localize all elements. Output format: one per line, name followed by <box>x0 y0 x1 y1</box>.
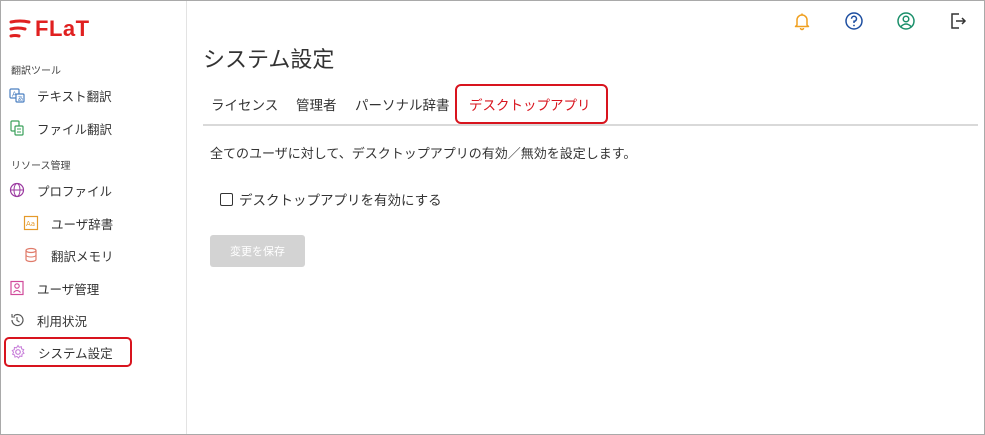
user-icon[interactable] <box>895 10 917 32</box>
section-label-resource-management: リソース管理 <box>11 161 71 172</box>
svg-text:あ: あ <box>18 96 24 103</box>
section-label-translation-tools: 翻訳ツール <box>11 66 61 77</box>
sidebar-item-translation-memory[interactable]: 翻訳メモリ <box>5 241 179 269</box>
desktop-app-toggle-row[interactable]: デスクトップアプリを有効にする <box>220 189 442 209</box>
sidebar-item-label: 利用状況 <box>37 313 88 329</box>
dictionary-icon: Aa <box>23 215 39 231</box>
text-translate-icon: Aあ <box>9 87 25 103</box>
header-icons <box>791 10 969 32</box>
tab-desktop-app[interactable]: デスクトップアプリ <box>469 94 591 114</box>
active-tab-underline <box>464 122 602 124</box>
bell-icon[interactable] <box>791 10 813 32</box>
sidebar-item-user-management[interactable]: ユーザ管理 <box>5 274 179 302</box>
sidebar-item-label: テキスト翻訳 <box>37 88 112 104</box>
help-icon[interactable] <box>843 10 865 32</box>
gear-icon <box>10 344 26 360</box>
history-icon <box>9 312 25 328</box>
tab-bar: ライセンス 管理者 パーソナル辞書 デスクトップアプリ <box>203 84 978 126</box>
sidebar-item-label: プロファイル <box>37 183 113 199</box>
sidebar-item-profile[interactable]: プロファイル <box>5 176 179 204</box>
checkbox-label[interactable]: デスクトップアプリを有効にする <box>239 189 442 209</box>
database-icon <box>23 247 39 263</box>
sidebar-item-label: ユーザ管理 <box>37 281 100 297</box>
sidebar-item-system-settings[interactable]: システム設定 <box>4 337 132 367</box>
globe-icon <box>9 182 25 198</box>
sidebar-item-label: ファイル翻訳 <box>37 121 113 137</box>
sidebar-item-label: 翻訳メモリ <box>51 248 114 264</box>
logo[interactable]: FLaT <box>9 15 90 43</box>
sidebar-item-label: ユーザ辞書 <box>51 216 114 232</box>
user-card-icon <box>9 280 25 296</box>
sidebar-item-file-translation[interactable]: ファイル翻訳 <box>5 114 179 142</box>
logo-icon <box>9 19 31 38</box>
logo-text: FLaT <box>35 16 90 41</box>
sidebar-item-label: システム設定 <box>38 345 113 361</box>
page-title: システム設定 <box>203 48 335 73</box>
save-button[interactable]: 変更を保存 <box>210 235 305 267</box>
tab-administrators[interactable]: 管理者 <box>296 94 337 114</box>
sidebar-item-user-dictionary[interactable]: Aa ユーザ辞書 <box>5 209 179 237</box>
sidebar-item-usage[interactable]: 利用状況 <box>5 306 179 334</box>
sidebar-item-text-translation[interactable]: Aあ テキスト翻訳 <box>5 81 179 109</box>
tab-personal-dictionary[interactable]: パーソナル辞書 <box>355 94 450 114</box>
sidebar: FLaT 翻訳ツール Aあ テキスト翻訳 ファイル翻訳 リソース管理 プロファイ… <box>1 1 187 434</box>
logout-icon[interactable] <box>947 10 969 32</box>
file-translate-icon <box>9 120 25 136</box>
enable-desktop-app-checkbox[interactable] <box>220 192 233 206</box>
settings-description: 全てのユーザに対して、デスクトップアプリの有効／無効を設定します。 <box>210 147 637 162</box>
tab-license[interactable]: ライセンス <box>211 94 278 114</box>
svg-text:Aa: Aa <box>26 220 35 228</box>
